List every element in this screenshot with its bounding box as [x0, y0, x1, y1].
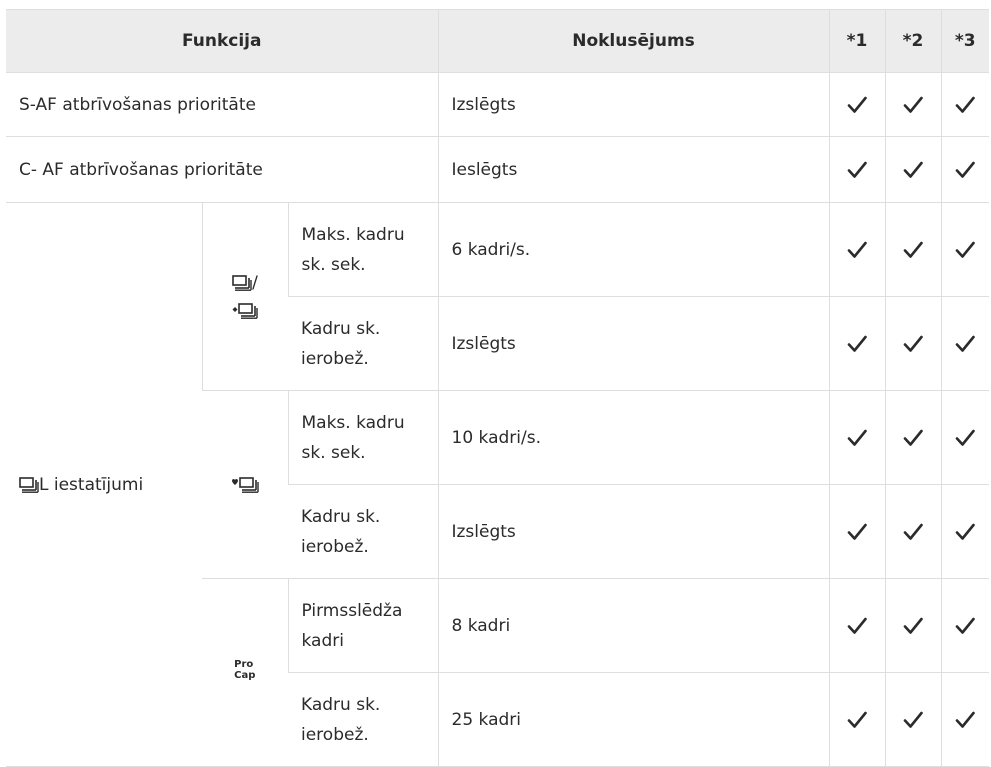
table-row: S-AF atbrīvošanas prioritāte Izslēgts	[6, 72, 989, 137]
header-col3: *3	[940, 9, 989, 73]
checkmark-icon	[955, 96, 976, 114]
checkmark-icon	[955, 335, 976, 353]
mark-col2	[884, 390, 941, 485]
checkmark-icon	[847, 96, 867, 114]
checkmark-icon	[955, 161, 976, 179]
default-value: 25 kadri	[437, 672, 829, 767]
mark-col2	[884, 672, 941, 767]
default-value: 8 kadri	[437, 578, 829, 673]
mark-col2	[884, 72, 941, 137]
checkmark-icon	[955, 617, 976, 635]
checkmark-icon	[903, 429, 923, 447]
group-label: L iestatījumi	[6, 202, 202, 767]
sub-setting-label: Maks. kadru sk. sek.	[287, 390, 438, 485]
mark-col2	[884, 202, 941, 297]
setting-label: C- AF atbrīvošanas prioritāte	[6, 136, 438, 203]
mark-col1	[828, 202, 885, 297]
default-value: Izslēgts	[437, 296, 829, 391]
checkmark-icon	[903, 617, 923, 635]
sub3-icon-cell: Pro Cap	[202, 578, 288, 767]
checkmark-icon	[847, 161, 867, 179]
silent-heart-sequential-icon	[231, 476, 259, 493]
sub-setting-label: Maks. kadru sk. sek.	[287, 202, 438, 297]
checkmark-icon	[847, 335, 867, 353]
sub-setting-label: Kadru sk. ierobež.	[288, 484, 438, 579]
checkmark-icon	[903, 96, 923, 114]
sub-setting-label: Pirmsslēdža kadri	[287, 578, 438, 673]
mark-col1	[828, 672, 885, 767]
group-label-text: L iestatījumi	[39, 474, 144, 495]
table-row: L iestatījumi / Maks. kadru sk. sek. 6 k…	[6, 202, 989, 767]
mark-col1	[828, 484, 885, 579]
sub-setting-label: Kadru sk. ierobež.	[288, 296, 438, 391]
mark-col2	[884, 484, 941, 579]
checkmark-icon	[847, 429, 867, 447]
checkmark-icon	[847, 711, 867, 729]
mark-col3	[940, 672, 989, 767]
silent-sequential-icon	[232, 302, 258, 319]
checkmark-icon	[903, 161, 923, 179]
mark-col3	[940, 296, 989, 391]
sequential-low-icon	[19, 476, 39, 493]
checkmark-icon	[903, 523, 923, 541]
sub2-icon-cell	[202, 390, 288, 579]
sub-setting-label: Kadru sk. ierobež.	[288, 672, 438, 767]
header-row: Funkcija Noklusējums *1 *2 *3	[6, 9, 989, 73]
header-default: Noklusējums	[437, 9, 829, 73]
icon-slash: /	[252, 272, 258, 293]
mark-col1	[828, 72, 885, 137]
checkmark-icon	[903, 711, 923, 729]
default-value: Ieslēgts	[437, 136, 829, 203]
header-function: Funkcija	[6, 9, 438, 73]
checkmark-icon	[847, 241, 867, 259]
mark-col1	[828, 136, 885, 203]
header-col2: *2	[884, 9, 941, 73]
mark-col3	[940, 136, 989, 203]
mark-col3	[940, 202, 989, 297]
mark-col2	[884, 296, 941, 391]
default-value: Izslēgts	[437, 72, 829, 137]
setting-label: S-AF atbrīvošanas prioritāte	[6, 72, 438, 137]
mark-col3	[940, 72, 989, 137]
checkmark-icon	[903, 335, 923, 353]
sub1-icon-cell: /	[201, 202, 288, 391]
mark-col3	[940, 484, 989, 579]
checkmark-icon	[847, 617, 867, 635]
mark-col2	[884, 136, 941, 203]
mark-col1	[828, 578, 885, 673]
mark-col3	[940, 578, 989, 673]
sequential-icon	[232, 274, 252, 291]
default-value: 10 kadri/s.	[437, 390, 829, 485]
mark-col2	[884, 578, 941, 673]
checkmark-icon	[955, 429, 976, 447]
checkmark-icon	[955, 523, 976, 541]
checkmark-icon	[903, 241, 923, 259]
checkmark-icon	[955, 711, 976, 729]
settings-table: Funkcija Noklusējums *1 *2 *3 S-AF atbrī…	[6, 9, 989, 767]
table-row: C- AF atbrīvošanas prioritāte Ieslēgts	[6, 136, 989, 203]
pro-capture-line2: Cap	[234, 669, 256, 681]
default-value: Izslēgts	[437, 484, 829, 579]
checkmark-icon	[955, 241, 976, 259]
pro-capture-icon: Pro Cap	[234, 659, 255, 681]
default-value: 6 kadri/s.	[437, 202, 829, 297]
mark-col1	[828, 296, 885, 391]
mark-col1	[828, 390, 885, 485]
pro-capture-line1: Pro	[234, 658, 254, 670]
checkmark-icon	[847, 523, 867, 541]
mark-col3	[940, 390, 989, 485]
header-col1: *1	[828, 9, 885, 73]
